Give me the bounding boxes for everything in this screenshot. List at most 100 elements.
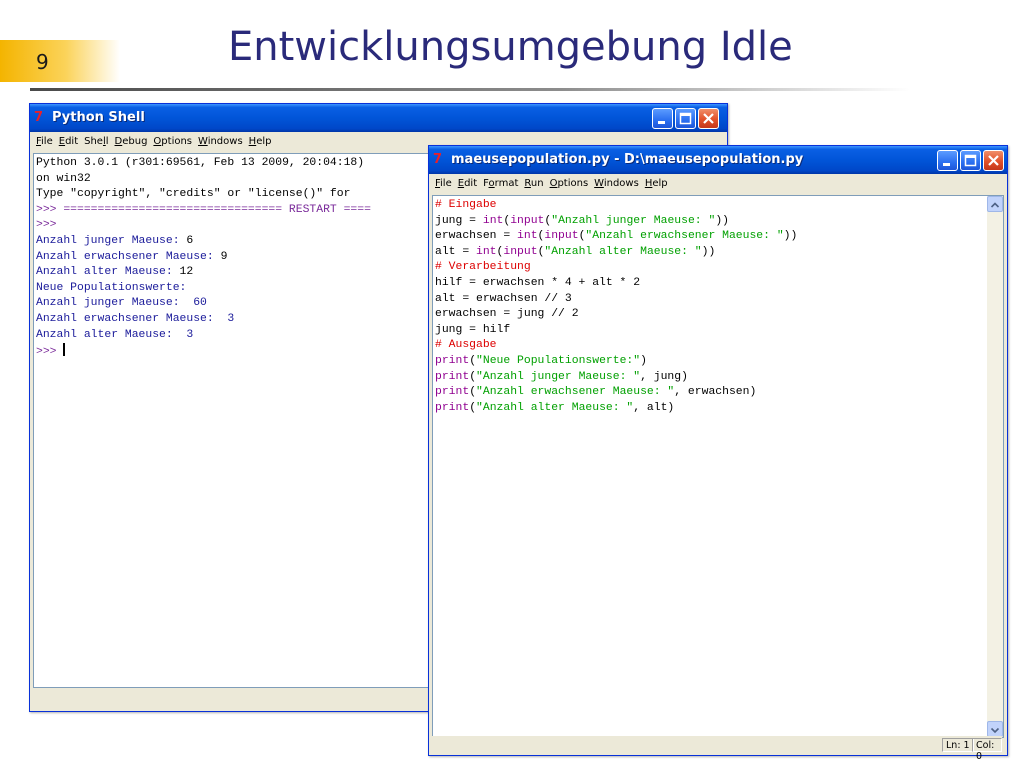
- code-builtin: input: [510, 214, 545, 227]
- code-string: "Anzahl alter Maeuse: ": [544, 245, 702, 258]
- code-string: "Anzahl erwachsener Maeuse: ": [585, 230, 784, 243]
- code-line: hilf = erwachsen * 4 + alt * 2: [435, 276, 641, 289]
- code-token: erwachsen =: [435, 230, 518, 243]
- code-line: erwachsen = jung // 2: [435, 308, 579, 321]
- shell-line: Anzahl erwachsener Maeuse: 3: [36, 312, 235, 325]
- text-cursor: [63, 343, 66, 357]
- status-column: Col: 0: [972, 738, 1002, 762]
- minimize-icon: [658, 121, 665, 124]
- shell-line: Anzahl erwachsener Maeuse:: [36, 250, 221, 263]
- python-logo-icon: 7: [34, 110, 44, 125]
- maximize-button[interactable]: [960, 150, 981, 171]
- code-line: alt = erwachsen // 3: [435, 292, 572, 305]
- slide-number: 9: [36, 50, 49, 74]
- maximize-button[interactable]: [675, 108, 696, 129]
- code-comment: # Verarbeitung: [435, 261, 531, 274]
- code-string: "Anzahl junger Maeuse: ": [551, 214, 716, 227]
- code-builtin: print: [435, 386, 470, 399]
- editor-text-area[interactable]: # Eingabe jung = int(input("Anzahl junge…: [432, 195, 1004, 738]
- code-builtin: int: [482, 214, 504, 227]
- source-code: # Eingabe jung = int(input("Anzahl junge…: [435, 198, 1003, 416]
- code-string: "Anzahl erwachsener Maeuse: ": [476, 386, 675, 399]
- editor-statusbar: Ln: 1 Col: 0: [432, 736, 1002, 762]
- code-token: jung =: [435, 214, 483, 227]
- status-line: Ln: 1: [942, 738, 974, 752]
- scroll-up-button[interactable]: [987, 196, 1003, 212]
- menu-options[interactable]: Options: [150, 133, 195, 147]
- code-string: "Anzahl alter Maeuse: ": [476, 401, 634, 414]
- minimize-icon: [943, 163, 950, 166]
- menu-format[interactable]: Format: [480, 175, 521, 189]
- menu-edit[interactable]: Edit: [56, 133, 81, 147]
- close-icon: [703, 113, 714, 124]
- maximize-icon: [964, 154, 977, 167]
- shell-line: Neue Populationswerte:: [36, 281, 187, 294]
- menu-file[interactable]: File: [33, 133, 56, 147]
- shell-line: >>> ================================ RES…: [36, 203, 371, 216]
- code-token: )): [701, 245, 716, 258]
- close-button[interactable]: [698, 108, 719, 129]
- code-string: "Neue Populationswerte:": [476, 354, 641, 367]
- minimize-button[interactable]: [652, 108, 673, 129]
- code-token: )): [783, 230, 798, 243]
- code-string: "Anzahl junger Maeuse: ": [476, 370, 641, 383]
- menu-windows[interactable]: Windows: [591, 175, 642, 189]
- code-comment: # Ausgabe: [435, 339, 497, 352]
- close-button[interactable]: [983, 150, 1004, 171]
- title-divider: [30, 88, 910, 91]
- user-input: 6: [186, 234, 194, 247]
- code-builtin: input: [544, 230, 579, 243]
- editor-menubar: File Edit Format Run Options Windows Help: [432, 175, 1004, 195]
- editor-window: 7 maeusepopulation.py - D:\maeusepopulat…: [428, 145, 1008, 762]
- code-token: )): [715, 214, 729, 227]
- menu-options[interactable]: Options: [547, 175, 592, 189]
- vertical-scrollbar[interactable]: [987, 196, 1003, 737]
- code-token: (: [469, 354, 477, 367]
- code-token: (: [469, 370, 477, 383]
- shell-prompt: >>>: [36, 346, 64, 359]
- menu-windows[interactable]: Windows: [195, 133, 246, 147]
- shell-titlebar[interactable]: 7 Python Shell: [30, 104, 727, 132]
- shell-line: Anzahl junger Maeuse: 60: [36, 297, 207, 310]
- shell-line: Anzahl alter Maeuse: 3: [36, 328, 194, 341]
- shell-line: >>>: [36, 219, 57, 232]
- python-logo-icon: 7: [433, 152, 443, 167]
- shell-line: Python 3.0.1 (r301:69561, Feb 13 2009, 2…: [36, 157, 365, 169]
- maximize-icon: [679, 112, 692, 125]
- close-icon: [988, 155, 999, 166]
- shell-line: Anzahl junger Maeuse:: [36, 234, 187, 247]
- scroll-down-button[interactable]: [987, 721, 1003, 737]
- shell-window-title: Python Shell: [52, 110, 145, 125]
- code-comment: # Eingabe: [435, 199, 497, 211]
- code-token: (: [469, 386, 477, 399]
- chevron-down-icon: [990, 727, 1000, 734]
- code-token: , alt): [633, 401, 675, 414]
- menu-help[interactable]: Help: [642, 175, 671, 189]
- editor-window-title: maeusepopulation.py - D:\maeusepopulatio…: [451, 152, 804, 167]
- code-builtin: print: [435, 401, 470, 414]
- code-builtin: int: [517, 230, 538, 243]
- menu-edit[interactable]: Edit: [455, 175, 480, 189]
- editor-titlebar[interactable]: 7 maeusepopulation.py - D:\maeusepopulat…: [429, 146, 1007, 174]
- shell-line: Anzahl alter Maeuse:: [36, 266, 180, 279]
- shell-line: Type "copyright", "credits" or "license(…: [36, 188, 351, 201]
- menu-run[interactable]: Run: [521, 175, 546, 189]
- code-token: ): [640, 354, 647, 367]
- slide-title: Entwicklungsumgebung Idle: [228, 24, 793, 70]
- shell-line: on win32: [36, 172, 91, 185]
- code-builtin: int: [476, 245, 497, 258]
- slide-number-background: [0, 40, 120, 82]
- chevron-up-icon: [990, 202, 1000, 208]
- menu-shell[interactable]: Shell: [81, 133, 111, 147]
- code-token: alt =: [435, 245, 477, 258]
- user-input: 12: [179, 266, 194, 279]
- user-input: 9: [220, 250, 228, 263]
- minimize-button[interactable]: [937, 150, 958, 171]
- code-builtin: print: [435, 370, 470, 383]
- code-token: , erwachsen): [674, 386, 757, 399]
- menu-debug[interactable]: Debug: [112, 133, 151, 147]
- menu-help[interactable]: Help: [246, 133, 275, 147]
- code-token: , jung): [640, 370, 688, 383]
- menu-file[interactable]: File: [432, 175, 455, 189]
- code-builtin: input: [503, 245, 538, 258]
